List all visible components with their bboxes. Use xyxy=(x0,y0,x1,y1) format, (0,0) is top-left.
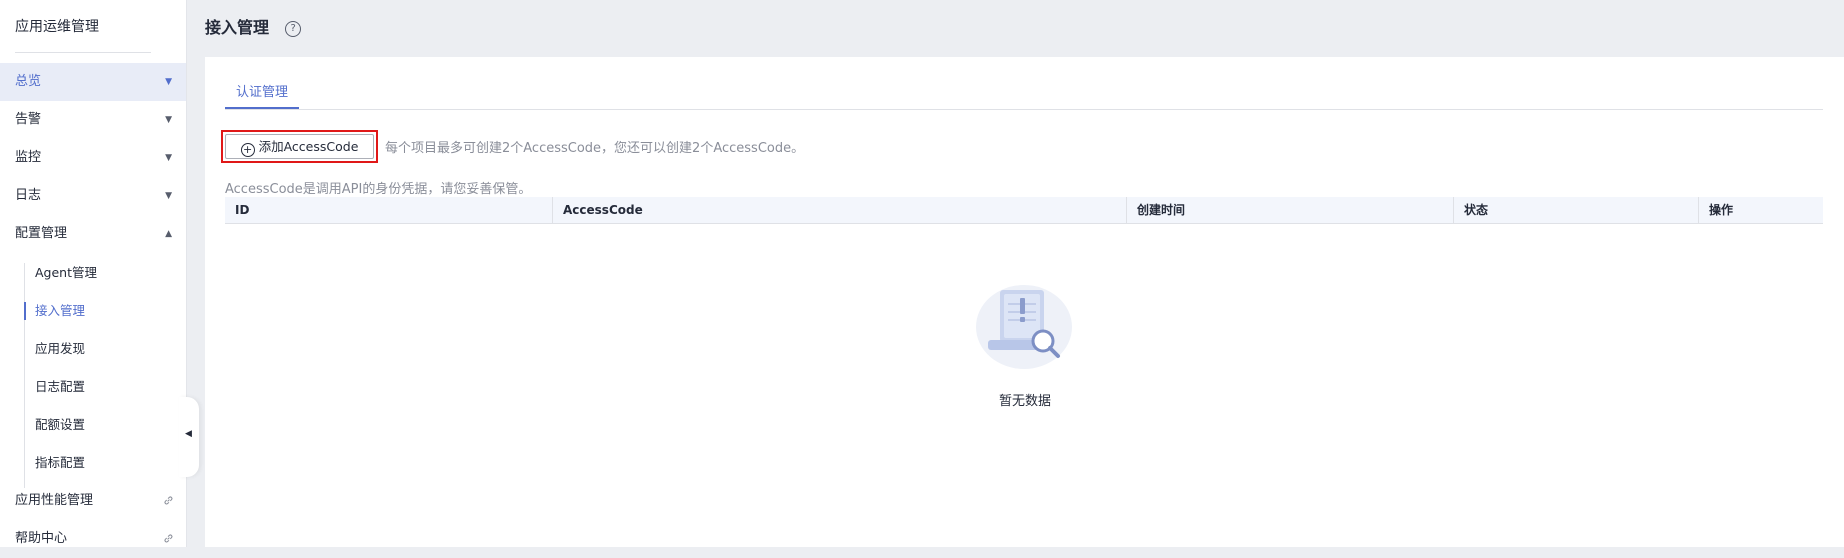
column-header-created-time: 创建时间 xyxy=(1126,197,1453,223)
page-title: 接入管理 xyxy=(205,18,270,37)
add-accesscode-button[interactable]: + 添加AccessCode xyxy=(225,134,374,159)
sidebar-item-label: 帮助中心 xyxy=(15,531,68,546)
column-header-id: ID xyxy=(235,203,250,217)
main-panel: 认证管理 + 添加AccessCode 每个项目最多可创建2个AccessCode… xyxy=(205,57,1844,547)
sidebar-subitem-quota[interactable]: 配额设置 xyxy=(24,406,184,444)
plus-circle-icon: + xyxy=(240,143,255,157)
sidebar-item-config[interactable]: 配置管理 ▲ xyxy=(0,215,186,253)
chevron-down-icon: ▼ xyxy=(165,77,172,87)
sidebar-subitem-log-config[interactable]: 日志配置 xyxy=(24,368,184,406)
link-icon xyxy=(163,482,174,520)
quota-hint: 每个项目最多可创建2个AccessCode，您还可以创建2个AccessCode… xyxy=(385,141,805,156)
help-icon[interactable]: ? xyxy=(285,21,302,37)
sidebar-subitem-agent[interactable]: Agent管理 xyxy=(24,254,184,292)
table-header: ID AccessCode 创建时间 状态 操作 xyxy=(225,197,1823,224)
tab-auth-management[interactable]: 认证管理 xyxy=(225,83,300,109)
sidebar-item-apm[interactable]: 应用性能管理 xyxy=(0,482,186,520)
sidebar-item-label: 监控 xyxy=(15,150,42,165)
sidebar-item-label: 总览 xyxy=(15,74,42,89)
column-header-accesscode: AccessCode xyxy=(552,197,1126,223)
chevron-down-icon: ▼ xyxy=(165,115,172,125)
sidebar-divider xyxy=(15,52,151,53)
sidebar-item-label: 告警 xyxy=(15,112,42,127)
chevron-down-icon: ▼ xyxy=(165,191,172,201)
chevron-down-icon: ▼ xyxy=(165,153,172,163)
sidebar-item-log[interactable]: 日志 ▼ xyxy=(0,177,186,215)
add-button-highlight: + 添加AccessCode xyxy=(221,130,378,163)
page-header: 接入管理 ? xyxy=(205,14,302,38)
empty-data-text: 暂无数据 xyxy=(998,394,1051,409)
tab-bar: 认证管理 xyxy=(225,83,1823,110)
sidebar-item-label: 配置管理 xyxy=(15,226,68,241)
sidebar-subitem-app-discovery[interactable]: 应用发现 xyxy=(24,330,184,368)
link-icon xyxy=(163,520,174,558)
sidebar-subitem-access[interactable]: 接入管理 xyxy=(24,292,184,330)
sidebar-item-alarm[interactable]: 告警 ▼ xyxy=(0,101,186,139)
sidebar-title: 应用运维管理 xyxy=(15,19,99,35)
add-button-label: 添加AccessCode xyxy=(258,139,359,154)
sidebar-item-label: 应用性能管理 xyxy=(15,493,94,508)
column-header-status: 状态 xyxy=(1453,197,1698,223)
sidebar-item-overview[interactable]: 总览 ▼ xyxy=(0,63,186,101)
sidebar-item-monitor[interactable]: 监控 ▼ xyxy=(0,139,186,177)
chevron-up-icon: ▲ xyxy=(165,229,172,239)
collapse-left-icon: ◀ xyxy=(185,429,192,439)
sidebar-item-label: 日志 xyxy=(15,188,42,203)
sidebar-item-help[interactable]: 帮助中心 xyxy=(0,520,186,558)
sidebar-subitem-metric-config[interactable]: 指标配置 xyxy=(24,444,184,482)
empty-data-icon xyxy=(974,282,1074,382)
sidebar: 应用运维管理 总览 ▼ 告警 ▼ 监控 ▼ 日志 ▼ 配置管理 ▲ Agent管… xyxy=(0,0,187,547)
accesscode-note: AccessCode是调用API的身份凭据，请您妥善保管。 xyxy=(225,182,532,197)
sidebar-collapse-toggle[interactable]: ◀ xyxy=(179,397,199,477)
column-header-actions: 操作 xyxy=(1698,197,1823,223)
